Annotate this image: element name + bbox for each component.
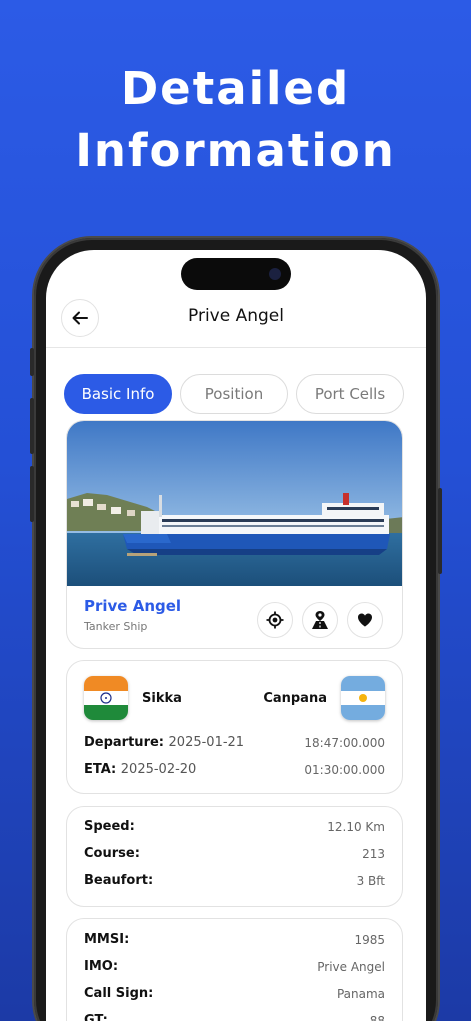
arrival-port: Canpana <box>263 691 327 706</box>
eta-label: ETA: <box>84 762 117 777</box>
departure-row: Departure: 2025-01-21 <box>84 735 244 750</box>
tab-position[interactable]: Position <box>180 374 288 414</box>
call-sign-label: Call Sign: <box>84 986 154 1001</box>
tab-bar: Basic Info Position Port Cells <box>64 374 409 414</box>
imo-value: Prive Angel <box>317 960 385 974</box>
phone-frame: Prive Angel Basic Info Position Port Cel… <box>30 238 442 1021</box>
call-sign-value: Panama <box>336 987 385 1001</box>
eta-time: 01:30:00.000 <box>304 763 385 777</box>
tab-basic-info[interactable]: Basic Info <box>64 374 172 414</box>
route-icon <box>312 611 328 629</box>
stats-card: Speed: 12.10 Km Course: 213 Beaufort: 3 … <box>66 806 403 907</box>
imo-label: IMO: <box>84 959 119 974</box>
tab-port-cells[interactable]: Port Cells <box>296 374 404 414</box>
ids-card: MMSI: 1985 IMO: Prive Angel Call Sign: P… <box>66 918 403 1021</box>
route-button[interactable] <box>302 602 338 638</box>
phone-side-button <box>30 466 34 522</box>
gt-label: GT: <box>84 1013 108 1021</box>
page-title: Prive Angel <box>188 306 284 326</box>
eta-date: 2025-02-20 <box>120 762 197 777</box>
beaufort-value: 3 Bft <box>356 874 385 888</box>
phone-side-button <box>30 348 34 376</box>
departure-time: 18:47:00.000 <box>304 736 385 750</box>
departure-label: Departure: <box>84 735 164 750</box>
locate-icon <box>266 611 284 629</box>
hero-title-line2: Information <box>75 124 396 177</box>
phone-side-button <box>30 398 34 454</box>
ship-name: Prive Angel <box>84 597 182 615</box>
gt-value: 88 <box>369 1014 385 1021</box>
ship-photo <box>67 421 402 586</box>
nav-bar: Prive Angel <box>46 298 426 348</box>
locate-button[interactable] <box>257 602 293 638</box>
beaufort-label: Beaufort: <box>84 873 154 888</box>
hero-title: Detailed Information <box>0 58 471 182</box>
eta-row: ETA: 2025-02-20 <box>84 762 196 777</box>
app-screen: Prive Angel Basic Info Position Port Cel… <box>46 250 426 1021</box>
phone-side-button <box>438 488 442 574</box>
hero-title-line1: Detailed <box>120 62 351 115</box>
india-flag-icon <box>84 676 128 720</box>
route-card: Sikka Canpana Departure: 2025-01-21 18:4… <box>66 660 403 794</box>
departure-date: 2025-01-21 <box>168 735 245 750</box>
speed-value: 12.10 Km <box>327 820 385 834</box>
heart-icon <box>358 613 372 627</box>
ship-type: Tanker Ship <box>84 620 148 633</box>
camera-icon <box>269 268 281 280</box>
favorite-button[interactable] <box>347 602 383 638</box>
course-label: Course: <box>84 846 140 861</box>
argentina-flag-icon <box>341 676 385 720</box>
mmsi-value: 1985 <box>354 933 385 947</box>
ship-card: Prive Angel Tanker Ship <box>66 420 403 649</box>
dynamic-island <box>181 258 291 290</box>
course-value: 213 <box>362 847 385 861</box>
departure-port: Sikka <box>142 691 182 706</box>
mmsi-label: MMSI: <box>84 932 130 947</box>
speed-label: Speed: <box>84 819 135 834</box>
